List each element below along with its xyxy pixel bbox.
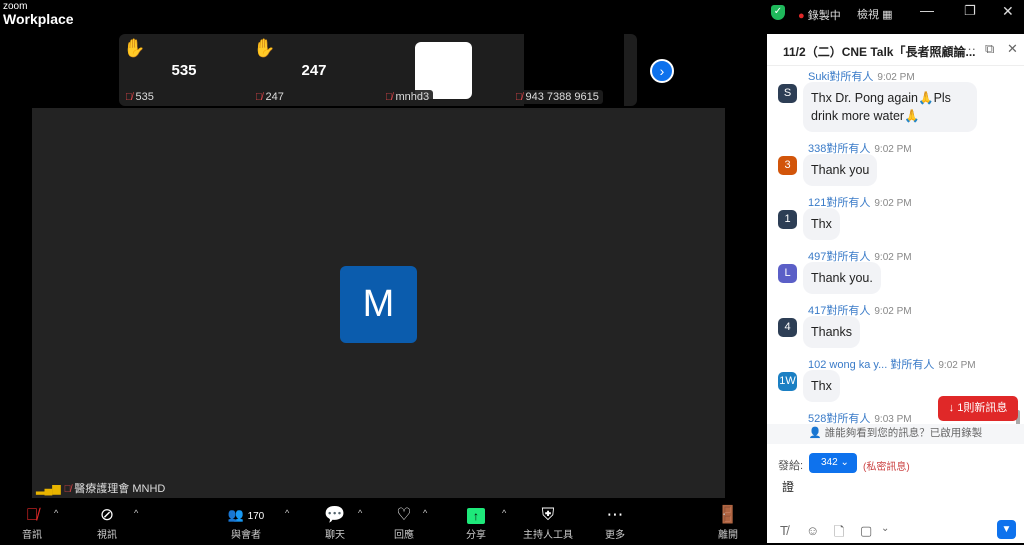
view-label: 檢視 (857, 9, 879, 21)
shield-icon: ⛨ (541, 505, 555, 524)
emoji-icon[interactable]: ☺ (806, 523, 819, 538)
participant-label: 🎙̸ mnhd3 (381, 90, 434, 104)
avatar: L (778, 264, 797, 283)
record-dot-icon: ● (798, 10, 805, 22)
participants-options-caret[interactable]: ^ (285, 508, 289, 518)
share-options-caret[interactable]: ^ (502, 508, 506, 518)
speaker-avatar: M (340, 266, 417, 343)
visibility-notice[interactable]: 👤 誰能夠看到您的訊息？已啟用錄製 (767, 424, 1024, 444)
share-button[interactable]: ↑ 分享 (446, 504, 506, 541)
video-button[interactable]: ⊘ 視訊 (77, 504, 137, 541)
private-message-note: (私密訊息) (863, 462, 910, 473)
chevron-down-icon[interactable]: ⌄ (881, 523, 889, 534)
next-page-button[interactable]: › (650, 59, 674, 83)
maximize-button[interactable]: ❐ (964, 3, 976, 19)
speaker-label: ▂▄▆ 🎙̸ 醫療護理會 MNHD (36, 483, 166, 495)
mic-muted-icon: 🎙̸ (125, 92, 133, 103)
more-dots-icon: ⋯ (606, 505, 624, 524)
chat-title: 11/2（二）CNE Talk「長者照顧論... (783, 45, 976, 59)
text-format-icon[interactable]: T̸ (780, 523, 788, 538)
participant-tile[interactable]: 😫 🎙̸ mnhd3 (379, 34, 509, 106)
participant-tile[interactable]: ✋ 247 🎙̸ 247 (249, 34, 379, 106)
avatar: 1W (778, 372, 797, 391)
avatar: 3 (778, 156, 797, 175)
chevron-down-icon: ⌄ (840, 457, 849, 468)
meeting-toolbar: 🎙̸ 音訊 ^ ⊘ 視訊 ^ 👥 170 與會者 ^ 💬 聊天 ^ ♡ 回應 ^ ↑ 分享 … (0, 500, 767, 543)
people-icon: 👥 (227, 507, 244, 522)
audio-options-caret[interactable]: ^ (54, 508, 58, 518)
pop-out-icon[interactable]: ⧉ (985, 41, 994, 57)
participant-strip: ✋ 535 🎙̸ 535 ✋ 247 🎙̸ 247 😫 🎙̸ mnhd3 🎙̸ 943 … (119, 34, 637, 106)
chat-icon: 💬 (324, 505, 346, 524)
participant-label: 🎙̸ 247 (251, 90, 288, 104)
reactions-options-caret[interactable]: ^ (423, 508, 427, 518)
audio-button[interactable]: 🎙̸ 音訊 (2, 504, 62, 541)
close-chat-icon[interactable]: ✕ (1007, 41, 1018, 57)
chat-button[interactable]: 💬 聊天 (305, 504, 365, 541)
video-options-caret[interactable]: ^ (134, 508, 138, 518)
screenshot-icon[interactable]: ▢ (860, 523, 872, 539)
video-off-icon: ⊘ (99, 505, 115, 524)
recording-label: 錄製中 (807, 10, 841, 22)
chat-header: 11/2（二）CNE Talk「長者照顧論... ··· ⧉ ✕ (767, 34, 1024, 66)
send-button[interactable]: ▼ (997, 520, 1016, 539)
raised-hand-icon: ✋ (123, 38, 146, 58)
avatar: S (778, 84, 797, 103)
mic-muted-icon: 🎙̸ (63, 484, 72, 495)
mic-muted-icon: 🎙̸ (255, 92, 263, 103)
message-bubble: Thx Dr. Pong again🙏Pls drink more water🙏 (803, 82, 977, 132)
share-arrow-icon: ↑ (467, 508, 485, 524)
participant-tile[interactable]: ✋ 535 🎙̸ 535 (119, 34, 249, 106)
recipient-dropdown[interactable]: 342 ⌄ (809, 453, 857, 473)
message-bubble: Thank you. (803, 262, 881, 294)
chat-options-caret[interactable]: ^ (358, 508, 362, 518)
chat-messages[interactable]: Suki對所有人 9:02 PM S Thx Dr. Pong again🙏Pls… (767, 66, 1024, 424)
host-tools-button[interactable]: ⛨ 主持人工具 (518, 504, 578, 541)
participant-label: 🎙̸ 943 7388 9615 (511, 90, 603, 104)
leave-button[interactable]: 🚪 離開 (698, 504, 758, 541)
mic-muted-icon: 🎙̸ (385, 92, 393, 103)
avatar: 4 (778, 318, 797, 337)
main-video-tile: M ▂▄▆ 🎙̸ 醫療護理會 MNHD (32, 108, 725, 498)
new-messages-button[interactable]: ↓ 1則新訊息 (938, 396, 1018, 421)
avatar: 1 (778, 210, 797, 229)
mic-muted-icon: 🎙̸ (25, 505, 39, 524)
brand-large: Workplace (3, 11, 74, 27)
participant-name-large: 535 (171, 62, 197, 79)
file-icon[interactable]: 🗋 (834, 523, 844, 545)
signal-icon: ▂▄▆ (36, 483, 61, 495)
exit-door-icon: 🚪 (717, 505, 739, 524)
recording-indicator[interactable]: ● 錄製中 (798, 7, 841, 23)
security-shield-icon[interactable]: ✓ (771, 5, 785, 20)
send-to-label: 發給: (778, 460, 804, 472)
message-bubble: Thx (803, 208, 840, 240)
close-window-button[interactable]: ✕ (1002, 3, 1014, 20)
zoom-logo: zoom Workplace (3, 2, 74, 27)
person-icon: 👤 (808, 427, 822, 439)
participant-name-large: 247 (301, 62, 327, 79)
raised-hand-icon: ✋ (253, 38, 276, 58)
participant-label: 🎙̸ 535 (121, 90, 158, 104)
message-input[interactable]: 證 (782, 478, 794, 495)
message-bubble: Thanks (803, 316, 860, 348)
message-bubble: Thank you (803, 154, 878, 186)
mic-muted-icon: 🎙̸ (515, 92, 523, 103)
grid-icon: ▦ (882, 9, 893, 21)
more-button[interactable]: ⋯ 更多 (585, 504, 645, 541)
view-button[interactable]: 檢視 ▦ (857, 6, 892, 22)
more-options-icon[interactable]: ··· (963, 41, 976, 56)
message-bubble: Thx (803, 370, 840, 402)
chat-panel: 11/2（二）CNE Talk「長者照顧論... ··· ⧉ ✕ Suki對所有… (767, 34, 1024, 543)
participants-button[interactable]: 👥 170 與會者 (216, 504, 276, 541)
participant-tile[interactable]: 🎙̸ 943 7388 9615 (509, 34, 637, 106)
minimize-button[interactable]: — (920, 2, 934, 18)
